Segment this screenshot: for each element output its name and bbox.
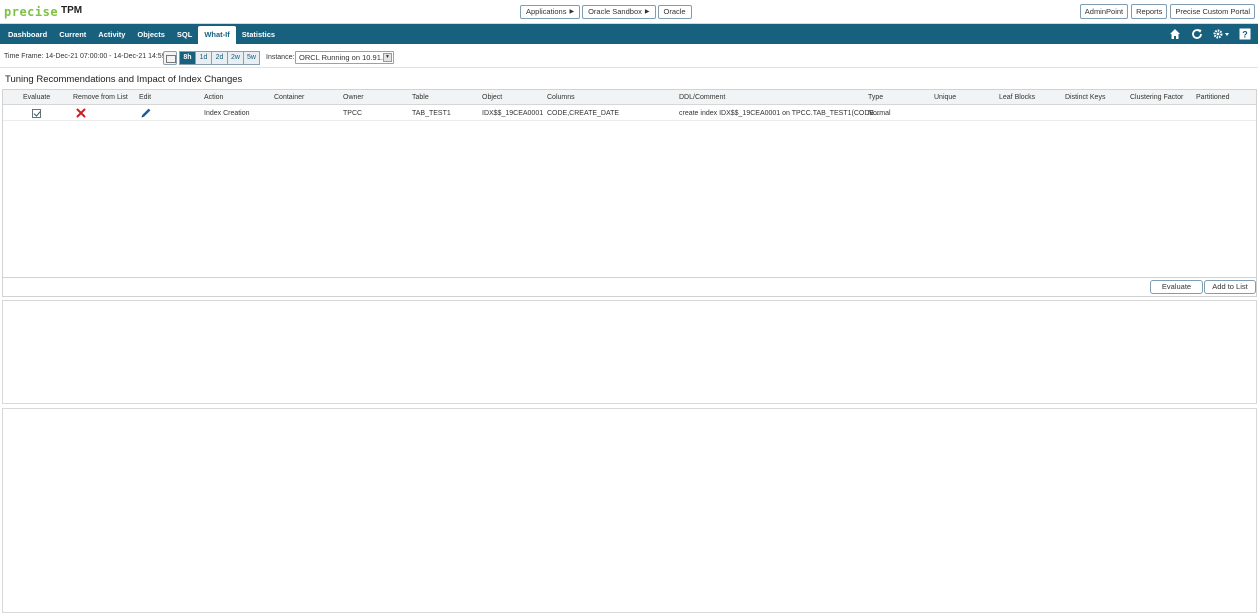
adminpoint-button[interactable]: AdminPoint [1079, 4, 1129, 19]
instance-select[interactable]: ORCL Running on 10.91.0 ▼ [295, 51, 394, 64]
breadcrumb-label: Oracle [663, 7, 686, 16]
details-panel [2, 408, 1257, 613]
col-owner[interactable]: Owner [343, 94, 364, 101]
cell-type: Normal [868, 110, 891, 117]
add-to-list-button[interactable]: Add to List [1204, 280, 1256, 294]
col-clustering-factor[interactable]: Clustering Factor [1130, 94, 1183, 101]
svg-text:?: ? [1242, 30, 1248, 40]
cell-object: IDX$$_19CEA0001 [482, 110, 544, 117]
col-leaf-blocks[interactable]: Leaf Blocks [999, 94, 1035, 101]
range-2w[interactable]: 2w [227, 51, 244, 65]
tab-dashboard[interactable]: Dashboard [2, 26, 53, 44]
main-nav: Dashboard Current Activity Objects SQL W… [0, 24, 1258, 44]
tab-what-if[interactable]: What-If [198, 26, 236, 44]
breadcrumb: Applications ▶ Oracle Sandbox ▶ Oracle [520, 5, 692, 19]
col-object[interactable]: Object [482, 94, 502, 101]
table-row[interactable]: Index Creation TPCC TAB_TEST1 IDX$$_19CE… [3, 106, 1256, 121]
range-5w[interactable]: 5w [243, 51, 260, 65]
col-edit[interactable]: Edit [139, 94, 151, 101]
breadcrumb-oracle[interactable]: Oracle [657, 5, 692, 19]
evaluate-checkbox[interactable] [32, 109, 41, 118]
calendar-icon[interactable] [163, 51, 177, 65]
col-type[interactable]: Type [868, 94, 883, 101]
col-evaluate[interactable]: Evaluate [23, 94, 50, 101]
precise-custom-portal-button[interactable]: Precise Custom Portal [1170, 4, 1255, 19]
cell-owner: TPCC [343, 110, 363, 117]
home-icon[interactable] [1168, 27, 1182, 41]
page-title: Tuning Recommendations and Impact of Ind… [5, 74, 243, 85]
header-buttons: AdminPoint Reports Precise Custom Portal [1079, 4, 1255, 19]
range-1d[interactable]: 1d [195, 51, 212, 65]
reports-button[interactable]: Reports [1131, 4, 1168, 19]
cell-ddl-comment: create index IDX$$_19CEA0001 on TPCC.TAB… [679, 110, 880, 117]
breadcrumb-applications[interactable]: Applications ▶ [520, 5, 581, 19]
app-header: precise TPM Applications ▶ Oracle Sandbo… [0, 0, 1258, 24]
tab-objects[interactable]: Objects [131, 26, 171, 44]
range-2d[interactable]: 2d [211, 51, 228, 65]
time-range-buttons: 8h 1d 2d 2w 5w [179, 51, 260, 65]
col-columns[interactable]: Columns [547, 94, 575, 101]
col-partitioned[interactable]: Partitioned [1196, 94, 1229, 101]
recommendations-table: Evaluate Remove from List Edit Action Co… [2, 89, 1257, 278]
precise-logo: precise [4, 5, 59, 19]
caret-right-icon: ▶ [644, 9, 650, 15]
cell-action: Index Creation [204, 110, 250, 117]
tab-activity[interactable]: Activity [92, 26, 131, 44]
col-distinct-keys[interactable]: Distinct Keys [1065, 94, 1105, 101]
col-action[interactable]: Action [204, 94, 223, 101]
col-remove-from-list[interactable]: Remove from List [73, 94, 128, 101]
refresh-icon[interactable] [1190, 27, 1204, 41]
impact-panel [2, 300, 1257, 404]
range-8h[interactable]: 8h [179, 51, 196, 65]
breadcrumb-oracle-sandbox[interactable]: Oracle Sandbox ▶ [582, 5, 656, 19]
col-unique[interactable]: Unique [934, 94, 956, 101]
settings-icon[interactable] [1212, 27, 1230, 41]
tab-sql[interactable]: SQL [171, 26, 198, 44]
breadcrumb-label: Applications [526, 7, 567, 16]
col-ddl-comment[interactable]: DDL/Comment [679, 94, 725, 101]
tab-statistics[interactable]: Statistics [236, 26, 281, 44]
instance-value: ORCL Running on 10.91.0 [299, 53, 388, 62]
action-bar: Evaluate Add to List [2, 278, 1257, 297]
cell-columns: CODE,CREATE_DATE [547, 110, 620, 117]
table-header: Evaluate Remove from List Edit Action Co… [3, 90, 1256, 105]
instance-label: Instance: [266, 54, 295, 61]
col-table[interactable]: Table [412, 94, 429, 101]
evaluate-button[interactable]: Evaluate [1150, 280, 1203, 294]
filter-bar: Time Frame: 14-Dec-21 07:00:00 - 14-Dec-… [0, 48, 1258, 68]
time-frame-label: Time Frame: 14-Dec-21 07:00:00 - 14-Dec-… [4, 53, 176, 60]
remove-icon[interactable] [76, 108, 86, 118]
tab-current[interactable]: Current [53, 26, 92, 44]
cell-table: TAB_TEST1 [412, 110, 451, 117]
pencil-icon[interactable] [140, 107, 152, 119]
breadcrumb-label: Oracle Sandbox [588, 7, 642, 16]
col-container[interactable]: Container [274, 94, 304, 101]
tab-bar: Dashboard Current Activity Objects SQL W… [2, 26, 281, 44]
chevron-down-icon: ▼ [383, 53, 392, 62]
help-icon[interactable]: ? [1238, 27, 1252, 41]
product-name: TPM [61, 5, 83, 16]
nav-icons: ? [1168, 27, 1252, 41]
caret-right-icon: ▶ [569, 9, 575, 15]
